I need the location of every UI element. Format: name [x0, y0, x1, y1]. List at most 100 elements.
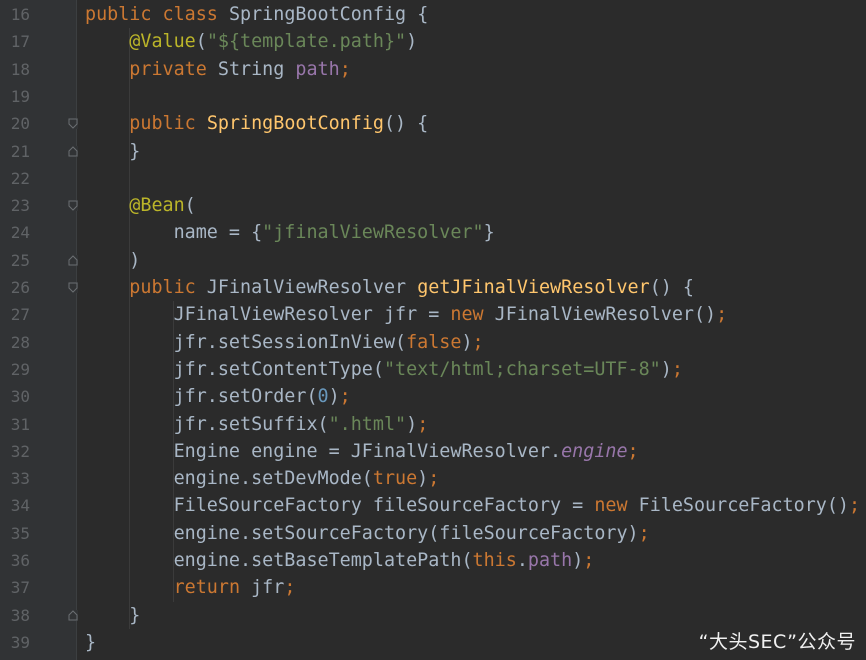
line-number: 36 [10, 551, 30, 570]
line-number: 39 [10, 632, 30, 652]
code-token: 0 [317, 386, 329, 408]
code-token: "text/html;charset=UTF-8" [383, 358, 661, 380]
code-text: FileSourceFactory fileSourceFactory = ne… [85, 492, 861, 519]
code-line[interactable]: 18 private String path; [0, 56, 866, 83]
code-line[interactable]: 19 [0, 83, 866, 110]
code-line[interactable]: 36 engine.setBaseTemplatePath(this.path)… [0, 547, 866, 574]
code-token: ; [716, 304, 728, 326]
line-number: 19 [10, 86, 30, 106]
code-token: false [406, 331, 462, 353]
line-number: 25 [10, 250, 30, 270]
fold-close-icon[interactable] [68, 145, 78, 157]
code-text: name = {"jfinalViewResolver"} [85, 219, 495, 246]
code-token: () { [649, 277, 694, 298]
code-token: () { [383, 113, 429, 135]
code-line[interactable]: 32 Engine engine = JFinalViewResolver.en… [0, 438, 866, 465]
code-line[interactable]: 25 ) [0, 247, 866, 274]
line-number: 24 [10, 223, 30, 243]
code-text: @Bean( [85, 192, 195, 219]
line-number: 27 [10, 305, 30, 325]
code-token: jfr.setContentType( [85, 358, 384, 380]
code-token: new [594, 495, 628, 517]
code-token: getJFinalViewResolver [417, 277, 650, 298]
code-text: Engine engine = JFinalViewResolver.engin… [85, 438, 639, 465]
code-text: public SpringBootConfig() { [85, 110, 428, 137]
code-token: engine.setBaseTemplatePath( [85, 550, 473, 571]
code-token: ) [85, 249, 141, 271]
code-token: path [527, 550, 573, 571]
code-line[interactable]: 34 FileSourceFactory fileSourceFactory =… [0, 492, 866, 519]
code-token: ; [339, 386, 351, 408]
line-number: 21 [10, 141, 30, 161]
code-line[interactable]: 35 engine.setSourceFactory(fileSourceFac… [0, 520, 866, 547]
code-token: ( [195, 31, 207, 53]
code-line[interactable]: 26 public JFinalViewResolver getJFinalVi… [0, 274, 866, 301]
code-text: engine.setDevMode(true); [85, 465, 440, 492]
code-line[interactable]: 33 engine.setDevMode(true); [0, 465, 866, 492]
code-text: jfr.setSuffix(".html"); [85, 411, 429, 438]
code-token: "jfinalViewResolver" [262, 222, 484, 244]
code-line[interactable]: 29 jfr.setContentType("text/html;charset… [0, 356, 866, 383]
code-editor[interactable]: 16 public class SpringBootConfig {17 @Val… [0, 0, 866, 660]
code-line[interactable]: 22 [0, 165, 866, 192]
line-number: 35 [10, 523, 30, 543]
code-token: public [85, 4, 152, 25]
code-token: ; [417, 413, 429, 435]
line-number: 32 [10, 441, 30, 461]
code-text: jfr.setSessionInView(false); [85, 329, 484, 356]
code-token: ) [417, 468, 429, 490]
code-text: private String path; [85, 56, 351, 83]
code-token: public [129, 113, 196, 135]
line-number: 23 [10, 196, 30, 216]
line-number: 28 [10, 332, 30, 352]
code-line[interactable]: 21 } [0, 138, 866, 165]
fold-open-icon[interactable] [68, 200, 78, 212]
code-line[interactable]: 37 return jfr; [0, 574, 866, 601]
fold-open-icon[interactable] [68, 118, 78, 130]
fold-open-icon[interactable] [68, 282, 78, 293]
code-token: ) [660, 358, 672, 380]
line-number: 18 [10, 59, 30, 79]
code-line[interactable]: 24 name = {"jfinalViewResolver"} [0, 219, 866, 246]
code-line[interactable]: 23 @Bean( [0, 192, 866, 219]
line-number: 16 [10, 5, 30, 24]
code-token: jfr.setSuffix( [85, 413, 329, 435]
code-token: ; [284, 577, 296, 599]
code-line[interactable]: 30 jfr.setOrder(0); [0, 383, 866, 410]
code-token: Engine engine = JFinalViewResolver. [85, 440, 562, 462]
code-line[interactable]: 17 @Value("${template.path}") [0, 28, 866, 55]
fold-close-icon[interactable] [68, 254, 78, 266]
fold-close-icon[interactable] [68, 609, 78, 621]
code-line[interactable]: 16 public class SpringBootConfig { [0, 1, 866, 28]
code-token: ) [461, 331, 473, 353]
code-token: ; [849, 495, 861, 517]
watermark: “大头SEC”公众号 [698, 631, 856, 653]
code-token: } [85, 631, 97, 653]
code-token: new [450, 304, 484, 326]
code-token: ) [328, 386, 340, 408]
code-token: public [129, 277, 196, 298]
line-number: 29 [10, 359, 30, 379]
code-line[interactable]: 27 JFinalViewResolver jfr = new JFinalVi… [0, 301, 866, 328]
code-token: } [85, 140, 141, 162]
line-number: 38 [10, 605, 30, 625]
code-token: ) [572, 550, 584, 571]
code-token: engine.setSourceFactory(fileSourceFactor… [85, 522, 639, 544]
code-text: engine.setBaseTemplatePath(this.path); [85, 547, 595, 574]
code-token: @Bean [129, 195, 185, 217]
code-line[interactable]: 28 jfr.setSessionInView(false); [0, 329, 866, 356]
code-token: private [129, 58, 207, 80]
code-token: jfr.setSessionInView( [85, 331, 407, 353]
code-token: true [372, 468, 418, 490]
line-number: 33 [10, 469, 30, 489]
code-line[interactable]: 20 public SpringBootConfig() { [0, 110, 866, 137]
code-line[interactable]: 31 jfr.setSuffix(".html"); [0, 411, 866, 438]
code-token: jfr.setOrder( [85, 386, 318, 408]
code-token: ; [339, 58, 351, 80]
code-text: JFinalViewResolver jfr = new JFinalViewR… [85, 301, 728, 328]
code-line[interactable]: 38 } [0, 602, 866, 629]
line-number: 30 [10, 387, 30, 407]
